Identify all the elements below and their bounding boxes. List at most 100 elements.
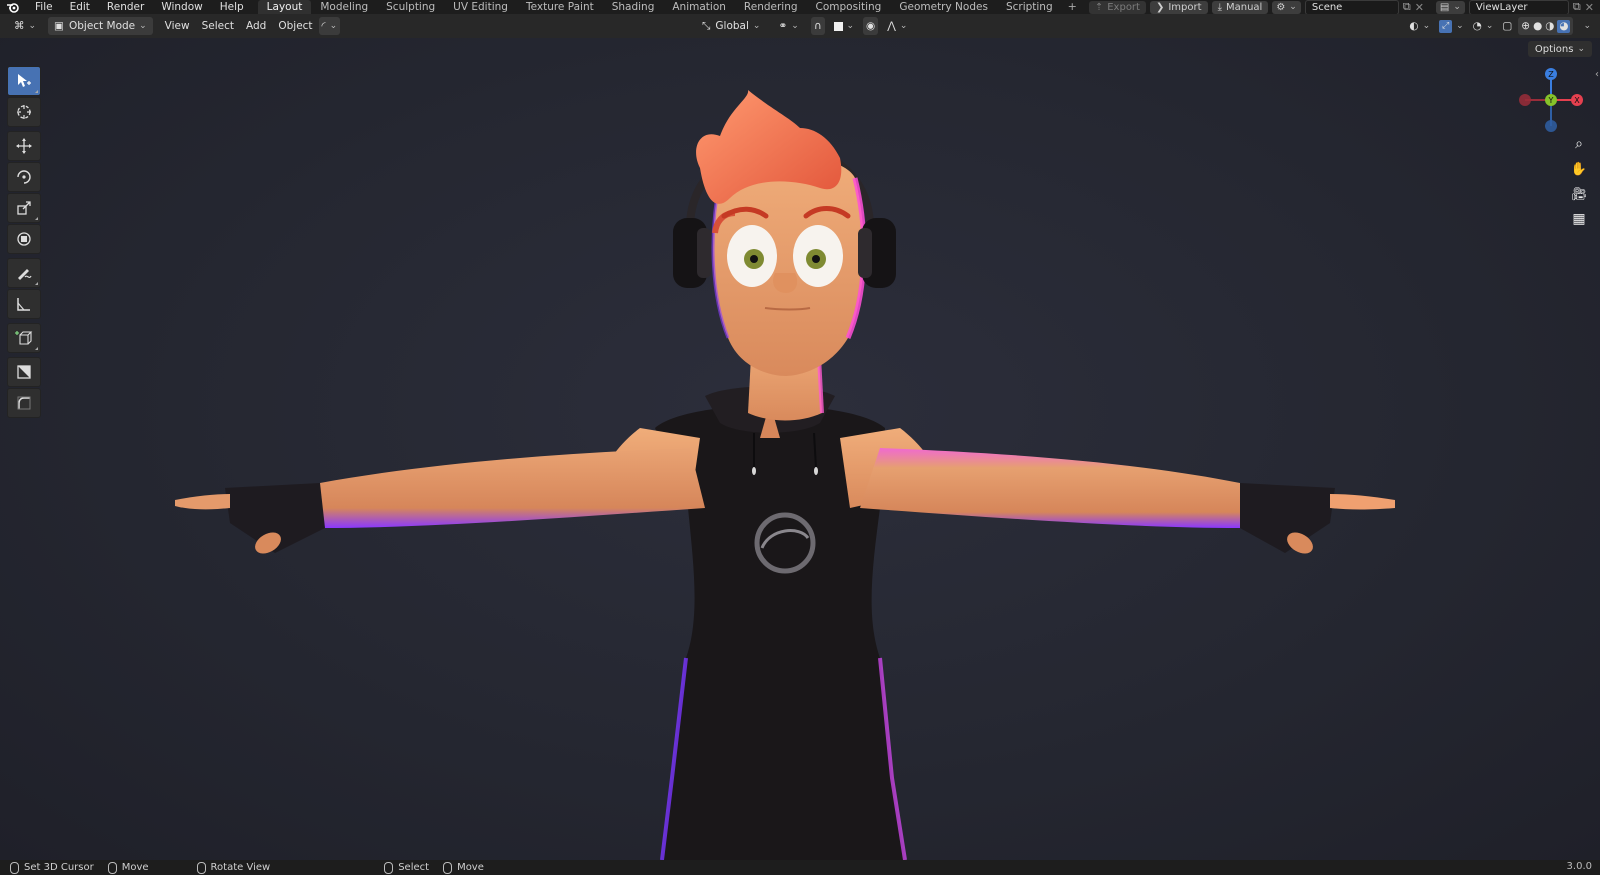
header-center-controls: ⤡ Global ⌄ ⚭ ⌄ ∩ ⌄ ◉ ⋀ ⌄ [696,17,910,35]
tool-move[interactable] [7,131,41,161]
download-icon: ⤓ [1217,1,1222,13]
camera-view-button[interactable]: 🎥︎ [1568,183,1590,205]
scene-name-field[interactable]: Scene [1304,0,1399,15]
delete-view-layer-icon[interactable]: ✕ [1585,1,1594,14]
editor-type-button[interactable]: ⌘ ⌄ [8,17,42,35]
mouse-right-icon [384,861,394,874]
material-preview-icon[interactable]: ◑ [1545,20,1554,32]
status-rotate-view: Rotate View [196,861,270,874]
status-move-left: Move [107,861,149,874]
mode-selector[interactable]: ▣ Object Mode ⌄ [48,17,153,35]
chevron-down-icon: ⌄ [1289,2,1297,12]
shading-options[interactable]: ⌄ [1576,17,1594,35]
proportional-edit-toggle[interactable]: ◉ [863,17,879,35]
tab-sculpting[interactable]: Sculpting [377,0,444,14]
xray-toggle[interactable]: ▢ [1499,17,1515,35]
add-workspace-button[interactable]: + [1062,0,1083,14]
chevron-down-icon: ⌄ [1577,44,1585,54]
menu-help[interactable]: Help [211,0,252,14]
tab-animation[interactable]: Animation [663,0,735,14]
snap-element-selector[interactable]: ⌄ [831,17,858,35]
transform-orientation-selector[interactable]: ⤡ Global ⌄ [696,17,766,35]
shading-modes[interactable]: ⊕ ● ◑ ◕ [1518,17,1574,35]
tab-geometry-nodes[interactable]: Geometry Nodes [890,0,997,14]
object-mode-icon: ▣ [54,20,64,32]
snap-target-selector[interactable]: ◜ ⌄ [318,17,341,35]
solid-icon[interactable]: ● [1533,20,1542,32]
zoom-button[interactable]: ⌕ [1568,133,1590,155]
ortho-toggle-button[interactable]: ▦ [1568,208,1590,230]
measure-icon [17,298,30,311]
menu-edit[interactable]: Edit [61,0,98,14]
rendered-icon[interactable]: ◕ [1557,19,1571,33]
menu-object[interactable]: Object [272,17,318,35]
tool-rotate[interactable] [7,162,41,192]
header-right-controls: ◐ ⌄ ⤢ ⌄ ◔ ⌄ ▢ ⊕ ● ◑ ◕ ⌄ [1406,17,1594,35]
tool-cursor[interactable] [7,97,41,127]
tab-rendering[interactable]: Rendering [735,0,807,14]
snap-toggle[interactable]: ∩ [810,17,825,35]
overlays-toggle[interactable]: ◔ ⌄ [1470,17,1497,35]
gizmo-neg-x-axis[interactable] [1519,94,1531,106]
mouse-left-icon [10,861,19,874]
options-dropdown[interactable]: Options ⌄ [1527,41,1592,57]
gizmo-y-label: Y [1548,96,1554,105]
tab-scripting[interactable]: Scripting [997,0,1062,14]
scene-selector[interactable]: ⚙ ⌄ [1272,0,1301,14]
tool-scale[interactable] [7,193,41,223]
tool-transform[interactable] [7,224,41,254]
wireframe-icon[interactable]: ⊕ [1521,20,1530,32]
tool-annotate[interactable] [7,258,41,288]
corner-indicator [35,347,38,350]
navigation-gizmo[interactable]: Z X Y [1516,65,1586,135]
tool-bevel[interactable] [7,388,41,418]
menu-add[interactable]: Add [240,17,272,35]
view-layer-name-field[interactable]: ViewLayer [1468,0,1569,15]
new-scene-icon[interactable]: ⧉ [1403,0,1411,14]
new-view-layer-icon[interactable]: ⧉ [1573,0,1581,14]
export-button[interactable]: ⇡ Export [1088,0,1146,14]
menu-select[interactable]: Select [196,17,240,35]
falloff-curve-icon: ⋀ [887,20,896,32]
import-button[interactable]: ❯ Import [1149,0,1208,14]
gizmo-neg-z-axis[interactable] [1545,120,1557,132]
tab-layout[interactable]: Layout [257,0,312,14]
manual-label: Manual [1225,1,1263,13]
gizmo-toggle[interactable]: ⤢ ⌄ [1436,17,1467,35]
menu-render[interactable]: Render [98,0,152,14]
chevron-down-icon: ⌄ [28,21,37,31]
visibility-selector[interactable]: ◐ ⌄ [1406,17,1433,35]
manual-button[interactable]: ⤓ Manual [1211,0,1269,14]
tool-extrude[interactable] [7,357,41,387]
tab-shading[interactable]: Shading [603,0,664,14]
chevron-down-icon: ⌄ [752,21,761,31]
tool-shelf [7,66,41,419]
pivot-point-selector[interactable]: ⚭ ⌄ [772,17,804,35]
delete-scene-icon[interactable]: ✕ [1415,1,1424,14]
chevron-down-icon: ⌄ [1422,21,1431,31]
tab-uv-editing[interactable]: UV Editing [444,0,517,14]
import-icon: ❯ [1155,1,1165,13]
overlays-icon: ◔ [1472,20,1482,32]
camera-icon: 🎥︎ [1570,186,1588,202]
tool-add-cube[interactable] [7,323,41,353]
tab-compositing[interactable]: Compositing [807,0,891,14]
status-move-right-text: Move [457,862,484,873]
falloff-selector[interactable]: ⋀ ⌄ [884,17,910,35]
gizmo-icon: ⤢ [1439,19,1453,33]
menu-file[interactable]: File [26,0,61,14]
tab-texture-paint[interactable]: Texture Paint [517,0,603,14]
grid-icon: ▦ [1572,211,1586,227]
menu-window[interactable]: Window [152,0,210,14]
blender-logo-icon[interactable] [0,0,26,14]
3d-viewport[interactable]: Options ⌄ ‹ Z X Y ⌕ ✋ 🎥︎ ▦ [0,38,1600,860]
menu-view[interactable]: View [159,17,196,35]
tool-measure[interactable] [7,289,41,319]
viewport-header: ⌘ ⌄ ▣ Object Mode ⌄ View Select Add Objec… [0,14,1600,38]
tab-modeling[interactable]: Modeling [311,0,377,14]
tool-select-box[interactable] [7,66,41,96]
view-layer-selector[interactable]: ▤ ⌄ [1435,0,1465,14]
pan-button[interactable]: ✋ [1568,158,1590,180]
sidebar-toggle[interactable]: ‹ [1595,69,1599,80]
chevron-down-icon: ⌄ [139,21,147,31]
